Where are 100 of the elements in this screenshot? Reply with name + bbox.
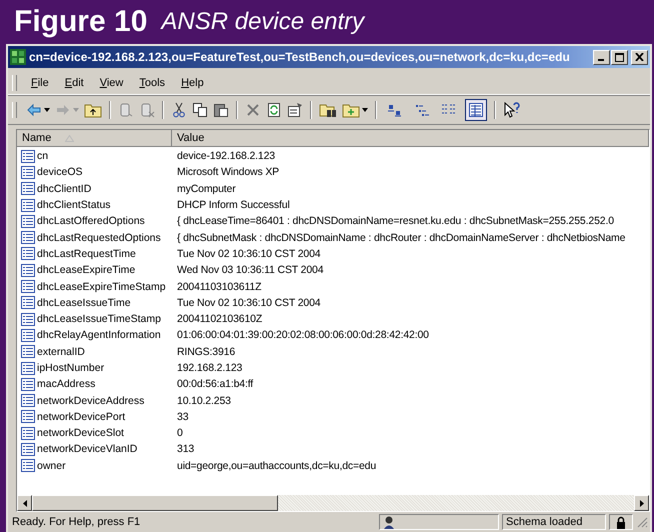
attribute-name[interactable]: networkDeviceVlanID (37, 443, 138, 456)
lock-icon (616, 516, 626, 528)
attribute-name[interactable]: dhcLastRequestTime (37, 248, 136, 260)
close-icon (635, 53, 644, 61)
delete-icon[interactable] (245, 102, 261, 118)
view-button[interactable] (465, 99, 487, 121)
attribute-name[interactable]: dhcLeaseIssueTime (37, 296, 131, 309)
attribute-value: 01:06:00:04:01:39:00:20:02:08:00:06:00:0d:28:42:42:00 (177, 329, 429, 342)
menu-item[interactable]: View (94, 76, 130, 90)
attribute-icon (21, 362, 35, 374)
attribute-value: device-192.168.2.123 (177, 150, 275, 162)
attribute-icon (21, 426, 35, 440)
status-message: Ready. For Help, press F1 (12, 516, 142, 528)
attribute-name[interactable]: externalID (37, 346, 85, 358)
column-header[interactable]: Value (172, 130, 649, 147)
attribute-value: 10.10.2.253 (177, 394, 231, 407)
attribute-icon (21, 328, 35, 342)
figure-caption: ANSR device entry (161, 8, 364, 36)
menu-item[interactable]: Help (175, 76, 210, 90)
attribute-name[interactable]: ipHostNumber (37, 362, 104, 374)
attribute-name[interactable]: dhcRelayAgentInformation (37, 329, 161, 342)
attribute-value: 192.168.2.123 (177, 362, 242, 374)
attribute-name[interactable]: owner (37, 460, 66, 472)
copy-icon[interactable] (192, 102, 208, 118)
attribute-value: 20041103103611Z (177, 280, 262, 293)
attribute-icon (21, 442, 35, 456)
scroll-thumb[interactable] (32, 495, 278, 511)
menu-item[interactable]: Edit (58, 76, 90, 90)
resize-grip-icon[interactable] (636, 516, 648, 528)
attribute-icon (21, 214, 35, 228)
minimize-button[interactable] (593, 50, 610, 64)
menu-item[interactable]: File (25, 76, 55, 90)
attribute-value: RINGS:3916 (177, 346, 236, 358)
menu-item[interactable]: Tools (133, 76, 172, 90)
app-icon (10, 49, 26, 65)
properties-icon[interactable] (287, 102, 303, 118)
attribute-icon (21, 410, 35, 424)
attribute-value: 20041102103610Z (177, 313, 262, 326)
close-button[interactable] (631, 50, 648, 64)
attribute-name[interactable]: dhcLeaseExpireTime (37, 264, 136, 276)
schema-status: Schema loaded (502, 514, 606, 530)
attribute-name[interactable]: networkDeviceAddress (37, 394, 144, 407)
attribute-value: 00:0d:56:a1:b4:ff (177, 378, 254, 390)
attribute-icon (21, 247, 35, 260)
attribute-value: Tue Nov 02 10:36:10 CST 2004 (177, 296, 320, 309)
attribute-name[interactable]: dhcClientStatus (37, 199, 111, 212)
refresh-icon[interactable] (266, 102, 282, 118)
attribute-icon (21, 394, 35, 408)
attribute-name[interactable]: dhcClientID (37, 182, 92, 195)
scroll-right-button[interactable] (634, 495, 649, 511)
attribute-name[interactable]: dhcLeaseExpireTimeStamp (37, 280, 166, 293)
right-arrow-icon (640, 500, 644, 506)
attribute-icon (21, 166, 35, 179)
back-arrow-icon[interactable] (26, 102, 42, 118)
attribute-icon (21, 296, 35, 310)
attribute-icon (21, 198, 35, 212)
attribute-value: Microsoft Windows XP (177, 166, 280, 178)
attribute-value: Wed Nov 03 10:36:11 CST 2004 (177, 264, 324, 276)
attribute-icon (21, 459, 35, 472)
figure-number: Figure 10 (14, 5, 148, 39)
view-icon (387, 102, 403, 118)
attribute-name[interactable]: dhcLeaseIssueTimeStamp (37, 313, 161, 326)
folder-up-icon[interactable] (84, 102, 102, 118)
maximize-icon (615, 52, 624, 62)
attribute-name[interactable]: deviceOS (37, 166, 83, 178)
attribute-icon (21, 182, 35, 196)
attribute-icon (21, 280, 35, 294)
left-arrow-icon (22, 500, 26, 506)
attribute-value: uid=george,ou=authaccounts,dc=ku,dc=edu (177, 460, 376, 472)
attribute-icon (21, 264, 35, 277)
paste-icon[interactable] (213, 102, 229, 118)
window-title: cn=device-192.168.2.123,ou=FeatureTest,ou=TestBench,ou=devices,ou=network,dc=ku,dc=edu (29, 50, 571, 64)
attribute-name[interactable]: dhcLastOfferedOptions (37, 215, 145, 228)
attribute-name[interactable]: networkDevicePort (37, 410, 126, 423)
attribute-value: DHCP Inform Successful (177, 199, 290, 212)
help-pointer-icon[interactable] (503, 102, 521, 118)
attribute-icon (21, 231, 35, 244)
cut-icon[interactable] (171, 102, 187, 118)
person-icon (383, 516, 395, 528)
attribute-value: Tue Nov 02 10:36:10 CST 2004 (177, 248, 320, 260)
find-icon[interactable] (319, 102, 337, 118)
attribute-value: 313 (177, 443, 194, 456)
attribute-icon (21, 345, 35, 358)
attribute-name[interactable]: macAddress (37, 378, 96, 390)
column-header[interactable]: Name (17, 130, 172, 147)
horizontal-scrollbar[interactable] (17, 495, 649, 511)
caret-icon[interactable] (362, 108, 368, 112)
attribute-name[interactable]: cn (37, 150, 48, 162)
attribute-icon (21, 312, 35, 326)
attribute-name[interactable]: dhcLastRequestedOptions (37, 232, 161, 244)
attribute-value: myComputer (177, 182, 236, 195)
scroll-left-button[interactable] (17, 495, 32, 511)
attribute-name[interactable]: networkDeviceSlot (37, 427, 124, 440)
attribute-value: { dhcSubnetMask : dhcDNSDomainName : dhcRouter : dhcDomainNameServer : dhcNetbiosName (177, 232, 626, 244)
attribute-icon (21, 150, 35, 163)
view-icon (468, 102, 484, 118)
maximize-button[interactable] (611, 50, 628, 64)
attribute-value: 0 (177, 427, 183, 440)
attribute-value: { dhcLeaseTime=86401 : dhcDNSDomainName=resnet.ku.edu : dhcSubnetMask=255.255.252.0 (177, 215, 614, 228)
caret-icon[interactable] (44, 108, 50, 112)
